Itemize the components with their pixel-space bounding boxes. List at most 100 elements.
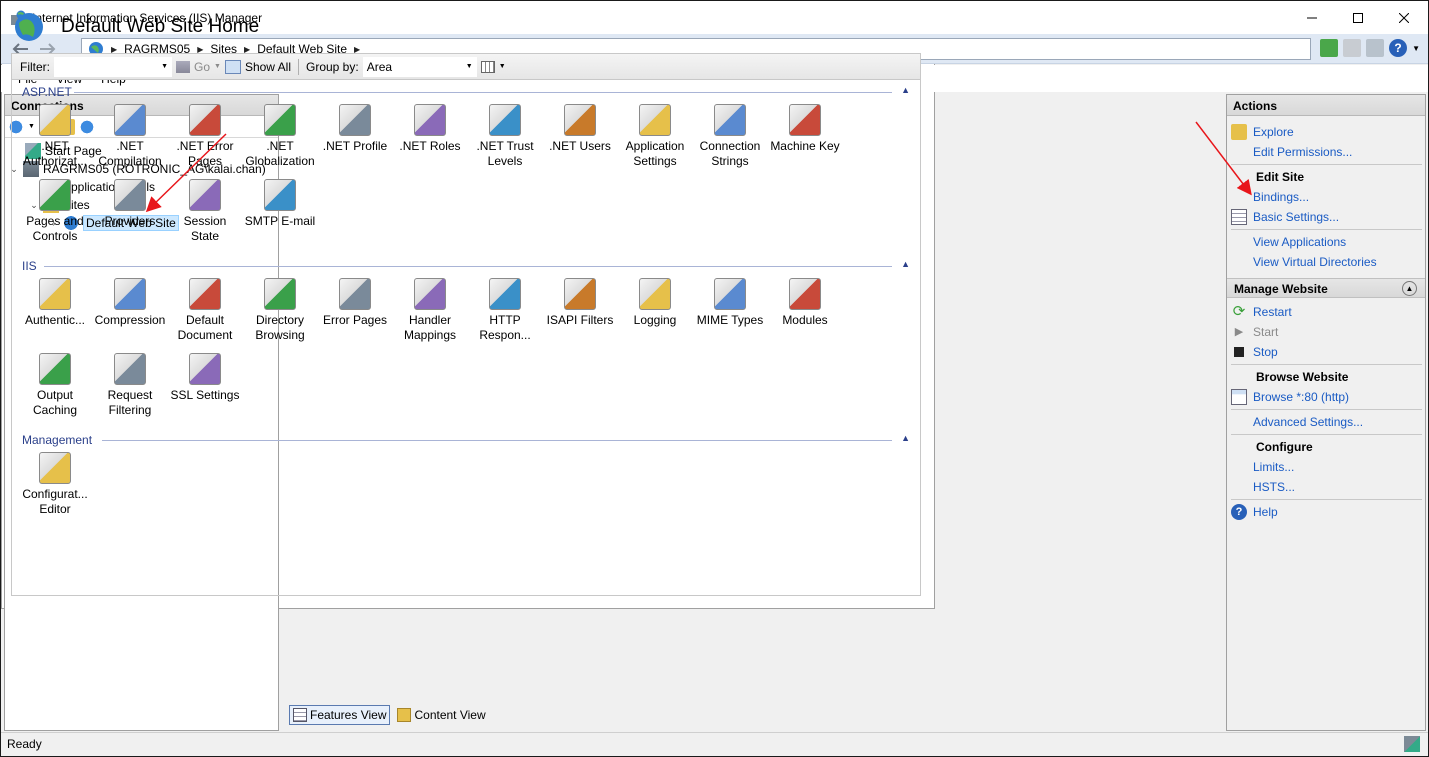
features-panel: Default Web Site Home Filter: ▼ Go ▼ Sho… bbox=[1, 1, 935, 609]
group-edit-site: Edit Site bbox=[1256, 170, 1305, 184]
feature-label: Handler Mappings bbox=[403, 313, 457, 342]
feature-net-trust-levels[interactable]: .NET Trust Levels bbox=[468, 104, 542, 169]
feature-label: Error Pages bbox=[322, 313, 388, 327]
actions-divider bbox=[1231, 409, 1422, 410]
feature-net-roles[interactable]: .NET Roles bbox=[393, 104, 467, 154]
action-view-virtual-directories[interactable]: View Virtual Directories bbox=[1253, 253, 1377, 271]
section-iis[interactable]: IIS bbox=[22, 258, 37, 274]
feature-handler-mappings[interactable]: Handler Mappings bbox=[393, 278, 467, 343]
actions-header: Actions bbox=[1227, 95, 1425, 116]
feature-logging[interactable]: Logging bbox=[618, 278, 692, 328]
action-help[interactable]: ? Help bbox=[1231, 503, 1278, 521]
refresh-icon[interactable] bbox=[1320, 39, 1339, 57]
chevron-down-icon[interactable]: ▼ bbox=[499, 63, 506, 70]
network-status-icon bbox=[1404, 736, 1420, 752]
group-by-select[interactable]: Area ▼ bbox=[362, 56, 477, 77]
feature-connection-strings[interactable]: Connection Strings bbox=[693, 104, 767, 169]
feature-configuration-editor[interactable]: Configurat... Editor bbox=[18, 452, 92, 517]
section-management[interactable]: Management bbox=[22, 432, 92, 448]
action-advanced-settings[interactable]: Advanced Settings... bbox=[1253, 413, 1363, 431]
feature-default-document[interactable]: Default Document bbox=[168, 278, 242, 343]
configuration-editor-icon bbox=[39, 452, 71, 484]
action-browse-80[interactable]: Browse *:80 (http) bbox=[1231, 388, 1349, 406]
restart-icon: ⟳ bbox=[1232, 303, 1246, 320]
feature-label: Default Document bbox=[177, 313, 233, 342]
action-edit-permissions[interactable]: Edit Permissions... bbox=[1253, 143, 1352, 161]
group-by-label: Group by: bbox=[305, 59, 359, 74]
action-hsts[interactable]: HSTS... bbox=[1253, 478, 1295, 496]
feature-directory-browsing[interactable]: Directory Browsing bbox=[243, 278, 317, 343]
play-icon: ▶ bbox=[1234, 326, 1244, 338]
feature-output-caching[interactable]: Output Caching bbox=[18, 353, 92, 418]
feature-label: Configurat... Editor bbox=[22, 487, 88, 516]
action-restart[interactable]: ⟳ Restart bbox=[1231, 303, 1292, 321]
feature-modules[interactable]: Modules bbox=[768, 278, 842, 328]
feature-net-compilation[interactable]: .NET Compilation bbox=[93, 104, 167, 169]
actions-panel: Actions Explore Edit Permissions... Edit… bbox=[1226, 94, 1426, 731]
tab-content-view[interactable]: Content View bbox=[394, 705, 488, 725]
action-bindings[interactable]: Bindings... bbox=[1253, 188, 1309, 206]
close-button[interactable] bbox=[1381, 1, 1427, 34]
feature-label: Connection Strings bbox=[699, 139, 761, 168]
feature-net-authorization[interactable]: .NET Authorizat... bbox=[18, 104, 92, 169]
chevron-down-icon[interactable]: ▼ bbox=[214, 63, 221, 70]
collapse-icon[interactable]: ▲ bbox=[901, 259, 910, 269]
feature-pages-controls[interactable]: Pages and Controls bbox=[18, 179, 92, 244]
action-explore[interactable]: Explore bbox=[1231, 123, 1294, 141]
tab-features-view[interactable]: Features View bbox=[289, 705, 391, 725]
feature-net-users[interactable]: .NET Users bbox=[543, 104, 617, 154]
status-bar: Ready bbox=[1, 732, 1428, 756]
feature-request-filtering[interactable]: Request Filtering bbox=[93, 353, 167, 418]
minimize-button[interactable] bbox=[1289, 1, 1335, 34]
authentication-icon bbox=[39, 278, 71, 310]
feature-providers[interactable]: Providers bbox=[93, 179, 167, 229]
help-icon[interactable]: ? bbox=[1389, 39, 1408, 57]
collapse-icon[interactable]: ▲ bbox=[901, 85, 910, 95]
feature-session-state[interactable]: Session State bbox=[168, 179, 242, 244]
feature-ssl-settings[interactable]: SSL Settings bbox=[168, 353, 242, 403]
feature-label: Modules bbox=[782, 313, 828, 327]
feature-net-globalization[interactable]: .NET Globalization bbox=[243, 104, 317, 169]
feature-net-error-pages[interactable]: .NET Error Pages bbox=[168, 104, 242, 169]
stop-icon[interactable] bbox=[1343, 39, 1362, 57]
action-stop[interactable]: Stop bbox=[1231, 343, 1278, 361]
feature-label: HTTP Respon... bbox=[479, 313, 531, 342]
feature-compression[interactable]: Compression bbox=[93, 278, 167, 328]
compression-icon bbox=[114, 278, 146, 310]
feature-isapi-filters[interactable]: ISAPI Filters bbox=[543, 278, 617, 328]
chevron-down-icon[interactable]: ▼ bbox=[1412, 44, 1420, 53]
feature-label: .NET Roles bbox=[399, 139, 461, 153]
feature-authentication[interactable]: Authentic... bbox=[18, 278, 92, 328]
go-button[interactable]: Go bbox=[194, 60, 210, 74]
address-toolbar: ? ▼ bbox=[1320, 39, 1420, 57]
section-aspnet[interactable]: ASP.NET bbox=[22, 84, 72, 100]
feature-net-profile[interactable]: .NET Profile bbox=[318, 104, 392, 154]
home-icon[interactable] bbox=[1366, 39, 1385, 57]
action-view-applications[interactable]: View Applications bbox=[1253, 233, 1346, 251]
filter-input[interactable]: ▼ bbox=[54, 56, 172, 77]
output-caching-icon bbox=[39, 353, 71, 385]
feature-mime-types[interactable]: MIME Types bbox=[693, 278, 767, 328]
action-limits[interactable]: Limits... bbox=[1253, 458, 1294, 476]
group-browse-website: Browse Website bbox=[1256, 370, 1349, 384]
net-globalization-icon bbox=[264, 104, 296, 136]
feature-label: .NET Profile bbox=[322, 139, 388, 153]
actions-divider bbox=[1231, 364, 1422, 365]
feature-machine-key[interactable]: Machine Key bbox=[768, 104, 842, 154]
feature-http-response[interactable]: HTTP Respon... bbox=[468, 278, 542, 343]
action-basic-settings[interactable]: Basic Settings... bbox=[1231, 208, 1339, 226]
group-manage-website: Manage Website ▲ bbox=[1227, 278, 1425, 298]
isapi-filters-icon bbox=[564, 278, 596, 310]
show-all-button[interactable]: Show All bbox=[245, 60, 291, 74]
maximize-icon bbox=[1353, 12, 1363, 23]
view-mode-icon[interactable] bbox=[480, 60, 495, 73]
feature-error-pages[interactable]: Error Pages bbox=[318, 278, 392, 328]
show-all-icon bbox=[224, 59, 241, 74]
actions-divider bbox=[1231, 229, 1422, 230]
collapse-icon[interactable]: ▲ bbox=[1402, 281, 1417, 296]
collapse-icon[interactable]: ▲ bbox=[901, 433, 910, 443]
maximize-button[interactable] bbox=[1335, 1, 1381, 34]
chevron-down-icon: ▼ bbox=[161, 63, 168, 70]
feature-application-settings[interactable]: Application Settings bbox=[618, 104, 692, 169]
feature-smtp-email[interactable]: SMTP E-mail bbox=[243, 179, 317, 229]
